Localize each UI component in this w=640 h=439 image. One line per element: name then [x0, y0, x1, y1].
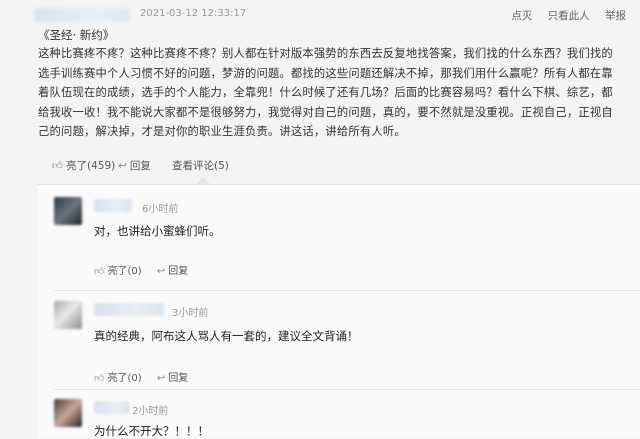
- like-count: 亮了(459): [65, 160, 116, 172]
- report-action[interactable]: 举报: [605, 10, 626, 22]
- comments-caret: [196, 177, 210, 184]
- comment-text: 真的经典，阿布这人骂人有一套的，建议全文背诵！: [94, 329, 359, 343]
- commenter-name-blurred[interactable]: [94, 303, 164, 316]
- comment-reply-label: 回复: [168, 266, 189, 277]
- post-header: 2021-03-12 12:33:17 点灭 只看此人 举报: [0, 6, 640, 24]
- comment-like-button[interactable]: 👍︎ 亮了(0): [94, 266, 142, 277]
- header-actions: 点灭 只看此人 举报: [499, 8, 626, 23]
- post-container: 2021-03-12 12:33:17 点灭 只看此人 举报 《圣经· 新约》 …: [0, 0, 640, 438]
- comment-like-count: 亮了(0): [107, 373, 142, 384]
- comment-text: 对，也讲给小蜜蜂们听。: [94, 224, 221, 238]
- only-this-author-action[interactable]: 只看此人: [548, 10, 590, 22]
- reply-arrow-icon: ↩︎: [118, 160, 127, 172]
- reply-arrow-icon: ↩︎: [156, 373, 166, 384]
- dim-action[interactable]: 点灭: [511, 10, 532, 22]
- avatar[interactable]: [54, 197, 82, 225]
- comment-time: 2小时前: [132, 406, 169, 417]
- comment-time: 6小时前: [142, 204, 179, 215]
- comment-like-count: 亮了(0): [107, 266, 142, 277]
- comment-item: 2小时前 为什么不开大？！！！: [38, 390, 640, 438]
- comment-reply-label: 回复: [168, 373, 189, 384]
- post-content: 这种比赛疼不疼？这种比赛疼不疼？别人都在针对版本强势的东西去反复地找答案，我们找…: [38, 47, 613, 138]
- post-time: 2021-03-12 12:33:17: [140, 8, 247, 19]
- view-comments-button[interactable]: 查看评论(5): [172, 158, 229, 173]
- reply-button[interactable]: ↩︎ 回复: [118, 158, 151, 173]
- thumbs-up-icon: 👍︎: [94, 373, 105, 384]
- commenter-name-blurred[interactable]: [94, 401, 130, 414]
- reply-arrow-icon: ↩︎: [156, 266, 166, 277]
- comment-time: 3小时前: [172, 308, 209, 319]
- thumbs-up-icon: 👍︎: [94, 266, 105, 277]
- comment-reply-button[interactable]: ↩︎ 回复: [157, 266, 188, 277]
- like-button[interactable]: 👍︎ 亮了(459): [52, 158, 115, 173]
- reply-label: 回复: [129, 160, 151, 172]
- thumbs-up-icon: 👍︎: [52, 160, 63, 172]
- comment-actions: 👍︎ 亮了(0) ↩︎ 回复: [94, 369, 200, 384]
- comment-reply-button[interactable]: ↩︎ 回复: [157, 373, 188, 384]
- avatar[interactable]: [54, 301, 82, 329]
- post-quote-title: 《圣经· 新约》: [38, 28, 115, 42]
- comment-like-button[interactable]: 👍︎ 亮了(0): [94, 373, 142, 384]
- comments-panel: 6小时前 对，也讲给小蜜蜂们听。 👍︎ 亮了(0) ↩︎ 回复 3小时前 真的经典，…: [38, 184, 640, 438]
- comment-item: 6小时前 对，也讲给小蜜蜂们听。 👍︎ 亮了(0) ↩︎ 回复: [38, 185, 640, 283]
- comment-actions: 👍︎ 亮了(0) ↩︎ 回复: [94, 262, 200, 277]
- avatar[interactable]: [54, 399, 82, 427]
- comment-item: 3小时前 真的经典，阿布这人骂人有一套的，建议全文背诵！ 👍︎ 亮了(0) ↩︎ 回…: [38, 291, 640, 391]
- commenter-name-blurred[interactable]: [94, 199, 132, 212]
- author-name-blurred[interactable]: [34, 8, 130, 22]
